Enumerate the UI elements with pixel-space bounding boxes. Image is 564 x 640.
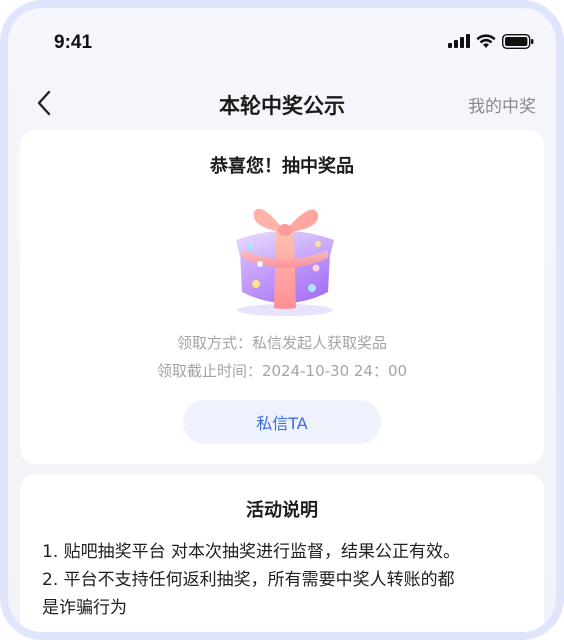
- rule-item: 是诈骗行为: [42, 598, 127, 618]
- phone-frame: 9:41 本轮中奖公示 我的中奖 恭喜您！抽中奖品 领取方式：私信发起人获取奖品…: [0, 0, 564, 640]
- signal-icon: [448, 34, 470, 48]
- wifi-icon: [476, 33, 496, 48]
- status-bar: 9:41: [8, 8, 556, 80]
- rules-card: 活动说明 1. 贴吧抽奖平台 对本次抽奖进行监督，结果公正有效。 2. 平台不支…: [20, 474, 544, 632]
- rule-item: 1. 贴吧抽奖平台 对本次抽奖进行监督，结果公正有效。: [42, 542, 461, 562]
- battery-icon: [502, 33, 534, 49]
- prize-card: 恭喜您！抽中奖品 领取方式：私信发起人获取奖品 领取截止时间：2024-10-3…: [20, 130, 544, 464]
- my-prize-link[interactable]: 我的中奖: [468, 92, 536, 117]
- gift-box-icon: [236, 208, 334, 316]
- rule-item: 2. 平台不支持任何返利抽奖，所有需要中奖人转账的都: [42, 570, 455, 590]
- prize-heading: 恭喜您！抽中奖品: [210, 156, 354, 177]
- claim-method: 领取方式：私信发起人获取奖品: [176, 334, 387, 352]
- nav-bar: 本轮中奖公示 我的中奖: [8, 80, 556, 130]
- system-icons: [448, 32, 534, 50]
- rules-heading: 活动说明: [246, 500, 318, 521]
- rules-list: 1. 贴吧抽奖平台 对本次抽奖进行监督，结果公正有效。 2. 平台不支持任何返利…: [42, 538, 526, 622]
- claim-deadline: 领取截止时间：2024-10-30 24：00: [156, 362, 408, 380]
- status-time: 9:41: [54, 32, 93, 53]
- message-button[interactable]: 私信TA: [183, 400, 381, 444]
